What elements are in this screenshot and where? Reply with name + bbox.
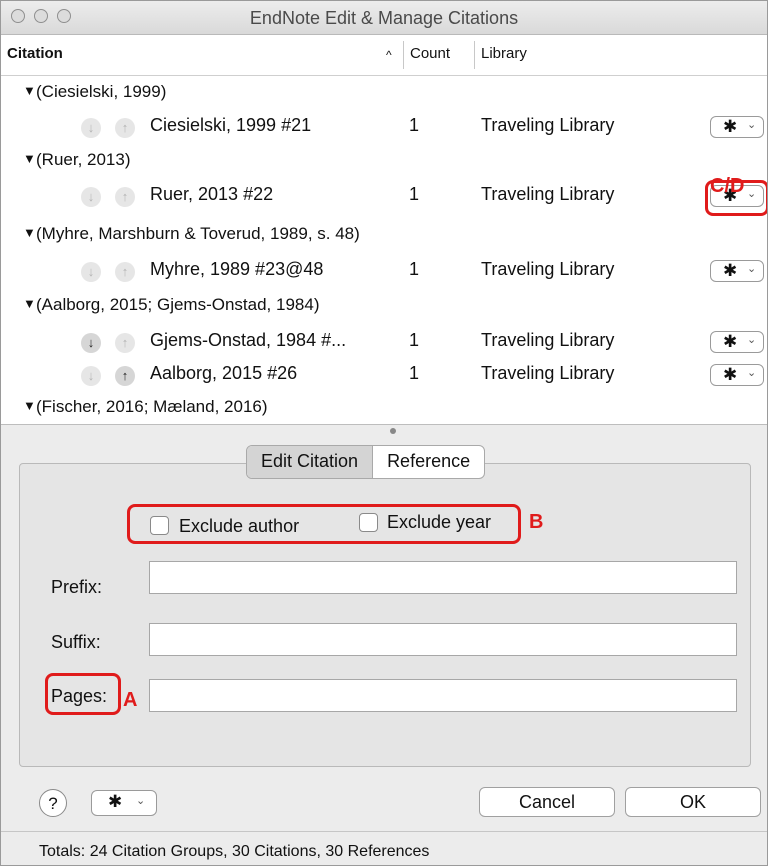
citation-library: Traveling Library <box>481 363 615 383</box>
gear-icon: ✱ <box>723 332 738 351</box>
disclosure-triangle-icon[interactable]: ▼ <box>23 398 36 413</box>
annotation-label-a: A <box>123 689 138 711</box>
citation-name: Ruer, 2013 #22 <box>150 184 274 204</box>
citation-row[interactable]: ↓ ↑ Ruer, 2013 #22 1 Traveling Library ✱… <box>1 181 767 217</box>
disclosure-triangle-icon[interactable]: ▼ <box>23 225 36 240</box>
prefix-label: Prefix: <box>51 577 103 597</box>
citation-name: Ciesielski, 1999 #21 <box>150 115 312 135</box>
splitter-handle[interactable] <box>390 428 396 434</box>
tab-edit-citation[interactable]: Edit Citation <box>247 446 374 478</box>
citation-name: Aalborg, 2015 #26 <box>150 363 298 383</box>
citation-count: 1 <box>409 184 420 204</box>
citation-count: 1 <box>409 115 420 135</box>
suffix-label: Suffix: <box>51 632 101 652</box>
chevron-down-icon: ⌄ <box>747 367 757 379</box>
citation-count: 1 <box>409 363 420 383</box>
move-down-icon[interactable]: ↓ <box>81 366 101 386</box>
citation-actions-button[interactable]: ✱ ⌄ <box>710 331 764 353</box>
citation-actions-button[interactable]: ✱ ⌄ <box>710 260 764 282</box>
chevron-down-icon: ⌄ <box>747 334 757 346</box>
move-up-icon[interactable]: ↑ <box>115 366 135 386</box>
disclosure-triangle-icon[interactable]: ▼ <box>23 151 36 166</box>
column-library[interactable]: Library <box>481 45 527 62</box>
citation-list: ▼ (Ciesielski, 1999) ↓ ↑ Ciesielski, 199… <box>1 76 767 424</box>
move-up-icon[interactable]: ↑ <box>115 118 135 138</box>
prefix-input[interactable] <box>149 561 737 594</box>
move-up-icon[interactable]: ↑ <box>115 333 135 353</box>
column-count[interactable]: Count <box>410 45 450 62</box>
pane-splitter[interactable] <box>1 424 767 435</box>
citation-name: Myhre, 1989 #23@48 <box>150 259 324 279</box>
window-title: EndNote Edit & Manage Citations <box>249 8 519 28</box>
citation-group-label: (Fischer, 2016; Mæland, 2016) <box>36 397 268 416</box>
gear-icon: ✱ <box>108 792 123 811</box>
citation-row[interactable]: ↓ ↑ Ciesielski, 1999 #21 1 Traveling Lib… <box>1 112 767 148</box>
citation-row[interactable]: ↓ ↑ Gjems-Onstad, 1984 #... 1 Traveling … <box>1 327 767 363</box>
chevron-down-icon: ⌄ <box>136 795 146 807</box>
move-up-icon[interactable]: ↑ <box>115 262 135 282</box>
citation-library: Traveling Library <box>481 115 615 135</box>
citation-row[interactable]: ↓ ↑ Aalborg, 2015 #26 1 Traveling Librar… <box>1 360 767 396</box>
citation-group-label: (Ciesielski, 1999) <box>36 82 167 101</box>
settings-menu-button[interactable]: ✱ ⌄ <box>91 790 157 816</box>
status-bar: Totals: 24 Citation Groups, 30 Citations… <box>1 831 767 865</box>
citation-actions-button[interactable]: ✱ ⌄ <box>710 116 764 138</box>
move-down-icon[interactable]: ↓ <box>81 262 101 282</box>
chevron-down-icon: ⌄ <box>747 119 757 131</box>
tab-reference[interactable]: Reference <box>373 446 484 478</box>
pages-input[interactable] <box>149 679 737 712</box>
annotation-box-cd <box>705 180 767 216</box>
citation-library: Traveling Library <box>481 184 615 204</box>
ok-button[interactable]: OK <box>625 787 761 817</box>
disclosure-triangle-icon[interactable]: ▼ <box>23 296 36 311</box>
chevron-down-icon: ⌄ <box>747 263 757 275</box>
tab-bar: Edit Citation Reference <box>246 445 486 479</box>
column-divider <box>403 41 404 69</box>
gear-icon: ✱ <box>723 117 738 136</box>
move-down-icon[interactable]: ↓ <box>81 118 101 138</box>
column-citation[interactable]: Citation <box>7 45 63 62</box>
annotation-box-b <box>127 504 521 544</box>
totals-text: Totals: 24 Citation Groups, 30 Citations… <box>39 843 430 860</box>
citation-group-label: (Aalborg, 2015; Gjems-Onstad, 1984) <box>36 295 320 314</box>
title-bar: EndNote Edit & Manage Citations <box>1 1 767 35</box>
endnote-window: EndNote Edit & Manage Citations Citation… <box>0 0 768 866</box>
citation-library: Traveling Library <box>481 330 615 350</box>
sort-ascending-icon[interactable]: ^ <box>386 48 392 62</box>
move-up-icon[interactable]: ↑ <box>115 187 135 207</box>
citation-list-header: Citation ^ Count Library <box>1 35 767 76</box>
cancel-button[interactable]: Cancel <box>479 787 615 817</box>
citation-actions-button[interactable]: ✱ ⌄ <box>710 364 764 386</box>
annotation-label-b: B <box>529 511 544 533</box>
citation-group-label: (Myhre, Marshburn & Toverud, 1989, s. 48… <box>36 224 360 243</box>
citation-library: Traveling Library <box>481 259 615 279</box>
citation-row[interactable]: ↓ ↑ Myhre, 1989 #23@48 1 Traveling Libra… <box>1 256 767 292</box>
column-divider <box>474 41 475 69</box>
disclosure-triangle-icon[interactable]: ▼ <box>23 83 36 98</box>
help-button[interactable]: ? <box>39 789 67 817</box>
suffix-input[interactable] <box>149 623 737 656</box>
citation-name: Gjems-Onstad, 1984 #... <box>150 330 347 350</box>
citation-group-label: (Ruer, 2013) <box>36 150 131 169</box>
move-down-icon[interactable]: ↓ <box>81 333 101 353</box>
move-down-icon[interactable]: ↓ <box>81 187 101 207</box>
gear-icon: ✱ <box>723 261 738 280</box>
citation-count: 1 <box>409 330 420 350</box>
citation-count: 1 <box>409 259 420 279</box>
gear-icon: ✱ <box>723 365 738 384</box>
annotation-box-a <box>45 673 121 715</box>
